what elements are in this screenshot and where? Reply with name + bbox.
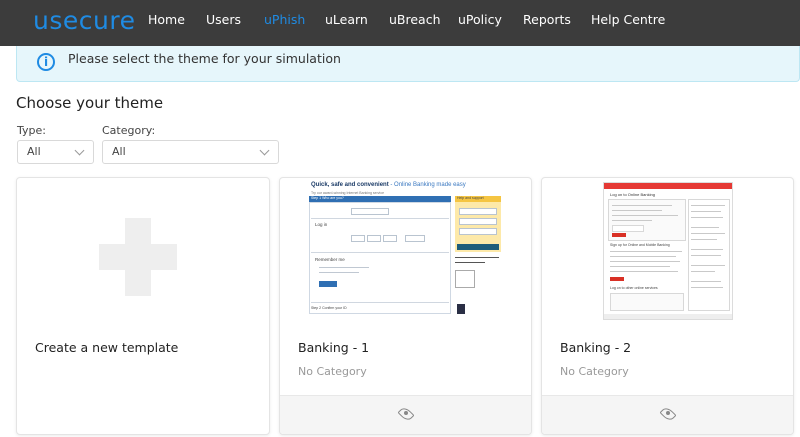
template-card-banking-2[interactable]: Log on to Online Banking Sign up for Onl… bbox=[541, 177, 794, 435]
nav-item-reports[interactable]: Reports bbox=[523, 12, 571, 27]
preview-divider bbox=[311, 252, 449, 253]
preview-input bbox=[383, 235, 397, 242]
preview-line bbox=[612, 220, 652, 221]
preview-red-header bbox=[604, 183, 732, 189]
preview-line bbox=[691, 217, 723, 218]
nav-item-home[interactable]: Home bbox=[148, 12, 185, 27]
preview-line bbox=[691, 239, 717, 240]
type-filter-label: Type: bbox=[17, 124, 46, 137]
preview-other: Log on to other online services bbox=[610, 286, 658, 290]
preview-services-box bbox=[610, 293, 684, 311]
preview-input bbox=[405, 235, 425, 242]
preview-line bbox=[691, 249, 723, 250]
preview-button bbox=[319, 281, 337, 287]
preview-line bbox=[455, 262, 485, 263]
preview-red-button bbox=[612, 233, 626, 237]
preview-input bbox=[351, 235, 365, 242]
preview-line bbox=[319, 272, 359, 273]
preview-step1: Step 1 Who are you? bbox=[311, 196, 344, 200]
card-title: Banking - 1 bbox=[298, 340, 370, 355]
banner-message: Please select the theme for your simulat… bbox=[68, 51, 341, 66]
preview-line bbox=[691, 233, 725, 234]
type-select-value: All bbox=[27, 145, 41, 158]
create-template-card[interactable]: Create a new template bbox=[16, 177, 270, 435]
category-filter-label: Category: bbox=[102, 124, 156, 137]
preview-help: Help and support bbox=[457, 196, 484, 200]
card-footer bbox=[542, 395, 793, 434]
preview-login: Log in bbox=[315, 222, 328, 227]
preview-line bbox=[691, 255, 721, 256]
preview-line bbox=[610, 266, 670, 267]
card-category: No Category bbox=[298, 365, 367, 378]
page-title: Choose your theme bbox=[16, 94, 164, 112]
preview-input bbox=[351, 208, 389, 215]
card-category: No Category bbox=[560, 365, 629, 378]
preview-link bbox=[459, 218, 497, 225]
nav-item-upolicy[interactable]: uPolicy bbox=[458, 12, 502, 27]
eye-icon-pupil bbox=[665, 411, 670, 415]
preview-line bbox=[691, 271, 715, 272]
preview-line bbox=[612, 205, 672, 206]
preview-promo bbox=[455, 254, 501, 268]
preview-logos bbox=[455, 270, 475, 288]
card-title: Create a new template bbox=[35, 340, 179, 355]
preview-remember: Remember me bbox=[315, 257, 345, 262]
preview-step2: Step 2 Confirm your ID bbox=[311, 306, 347, 310]
template-preview-image: Quick, safe and convenient - Online Bank… bbox=[307, 182, 503, 317]
preview-subheading: Try our award-winning Internet Banking s… bbox=[311, 191, 385, 195]
preview-divider bbox=[311, 302, 449, 303]
preview-line bbox=[691, 281, 721, 282]
preview-app-icon bbox=[457, 304, 465, 314]
nav-item-users[interactable]: Users bbox=[206, 12, 241, 27]
preview-red-button bbox=[610, 277, 624, 281]
main-nav: Home Users uPhish uLearn uBreach uPolicy… bbox=[0, 0, 800, 46]
template-card-banking-1[interactable]: Quick, safe and convenient - Online Bank… bbox=[279, 177, 532, 435]
preview-heading: Log on to Online Banking bbox=[610, 192, 655, 197]
preview-link bbox=[459, 228, 497, 235]
preview-input bbox=[367, 235, 381, 242]
preview-footer bbox=[604, 314, 732, 319]
preview-line bbox=[612, 215, 678, 216]
category-select-value: All bbox=[112, 145, 126, 158]
nav-item-ubreach[interactable]: uBreach bbox=[389, 12, 441, 27]
preview-signup: Sign up for Online and Mobile Banking bbox=[610, 243, 670, 247]
type-select[interactable]: All bbox=[17, 140, 94, 164]
nav-item-ulearn[interactable]: uLearn bbox=[325, 12, 368, 27]
top-navigation-bar: usecure Home Users uPhish uLearn uBreach… bbox=[0, 0, 800, 46]
preview-line bbox=[691, 211, 721, 212]
chevron-down-icon bbox=[74, 145, 85, 156]
preview-line bbox=[610, 261, 680, 262]
info-icon: i bbox=[37, 53, 55, 71]
preview-link bbox=[459, 208, 497, 215]
eye-icon-pupil bbox=[403, 411, 408, 415]
preview-line bbox=[691, 265, 725, 266]
preview-line bbox=[319, 267, 369, 268]
preview-heading: Quick, safe and convenient - Online Bank… bbox=[311, 182, 466, 188]
nav-item-uphish[interactable]: uPhish bbox=[264, 12, 305, 27]
nav-item-help-centre[interactable]: Help Centre bbox=[591, 12, 665, 27]
preview-divider bbox=[311, 218, 449, 219]
card-title: Banking - 2 bbox=[560, 340, 632, 355]
preview-line bbox=[455, 257, 499, 258]
plus-icon-bar bbox=[99, 244, 177, 270]
chevron-down-icon bbox=[259, 145, 270, 156]
preview-line bbox=[691, 227, 719, 228]
preview-dark-button bbox=[457, 244, 499, 250]
preview-line bbox=[691, 205, 725, 206]
preview-line bbox=[612, 210, 662, 211]
category-select[interactable]: All bbox=[102, 140, 279, 164]
preview-line bbox=[610, 251, 682, 252]
card-footer bbox=[280, 395, 531, 434]
preview-input bbox=[612, 225, 644, 232]
preview-line bbox=[610, 256, 676, 257]
template-preview-image: Log on to Online Banking Sign up for Onl… bbox=[603, 182, 733, 320]
info-banner: i Please select the theme for your simul… bbox=[16, 46, 800, 82]
preview-line bbox=[610, 271, 678, 272]
preview-line bbox=[691, 287, 723, 288]
